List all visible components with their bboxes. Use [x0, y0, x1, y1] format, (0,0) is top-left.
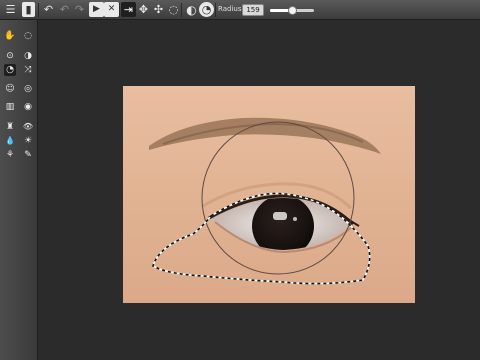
- pinwheel-icon[interactable]: ✣: [151, 2, 166, 17]
- lasso-icon[interactable]: ◌: [166, 2, 181, 17]
- close-icon[interactable]: ✕: [104, 2, 119, 17]
- radius-label: Radius:: [218, 5, 244, 13]
- left-tool-panel: ✋ ◌ ⊙ ◑ ◔ ⤨ ☺ ◎ ▥ ◉ ♜ 👁 💧 ☀ ⚘ ✎: [0, 20, 38, 360]
- toolbar-divider: [181, 3, 182, 17]
- radius-value-field[interactable]: 159: [242, 4, 264, 16]
- radius-slider[interactable]: [270, 6, 314, 15]
- redo-icon[interactable]: ↷: [72, 2, 87, 17]
- play-icon[interactable]: ▶: [89, 2, 104, 17]
- eye-photo: [123, 86, 415, 303]
- move-in-icon[interactable]: ⇥: [121, 2, 136, 17]
- list-icon[interactable]: ☰: [3, 2, 18, 17]
- plant-icon[interactable]: ⚘: [4, 149, 16, 161]
- toolbar-divider: [38, 3, 39, 17]
- radius-slider-thumb[interactable]: [288, 6, 297, 15]
- clock-icon[interactable]: ◔: [4, 64, 16, 76]
- dot-circle-icon[interactable]: ⊙: [4, 50, 16, 62]
- toolbar-divider: [215, 3, 216, 17]
- sun-icon[interactable]: ☀: [22, 135, 34, 147]
- lens-icon[interactable]: ◎: [22, 83, 34, 95]
- undo-icon[interactable]: ↶: [41, 2, 56, 17]
- photo-canvas[interactable]: [123, 86, 415, 303]
- toolbar-divider: [119, 3, 120, 17]
- hand-icon[interactable]: ✋: [4, 30, 16, 42]
- lasso-select-icon[interactable]: ◌: [22, 30, 34, 42]
- half-circle-icon[interactable]: ◐: [184, 2, 199, 17]
- eye-icon[interactable]: ◉: [22, 101, 34, 113]
- face-mask-icon[interactable]: ☺: [4, 83, 16, 95]
- pie-icon[interactable]: ◔: [199, 2, 214, 17]
- document-icon[interactable]: ▮: [22, 2, 35, 17]
- eraser-icon[interactable]: ✎: [22, 149, 34, 161]
- drop-icon[interactable]: 💧: [4, 135, 16, 147]
- view-eye-icon[interactable]: 👁: [22, 121, 34, 133]
- undo-step-icon[interactable]: ↶: [57, 2, 72, 17]
- eye-reshape-icon[interactable]: ◑: [22, 50, 34, 62]
- shuffle-icon[interactable]: ⤨: [22, 64, 34, 76]
- expand-arrows-icon[interactable]: ✥: [136, 2, 151, 17]
- top-toolbar: ☰ ▮ ↶ ↶ ↷ ▶ ✕ ⇥ ✥ ✣ ◌ ◐ ◔ Radius: 159: [0, 0, 480, 20]
- brush-comb-icon[interactable]: ▥: [4, 101, 16, 113]
- stamp-icon[interactable]: ♜: [4, 121, 16, 133]
